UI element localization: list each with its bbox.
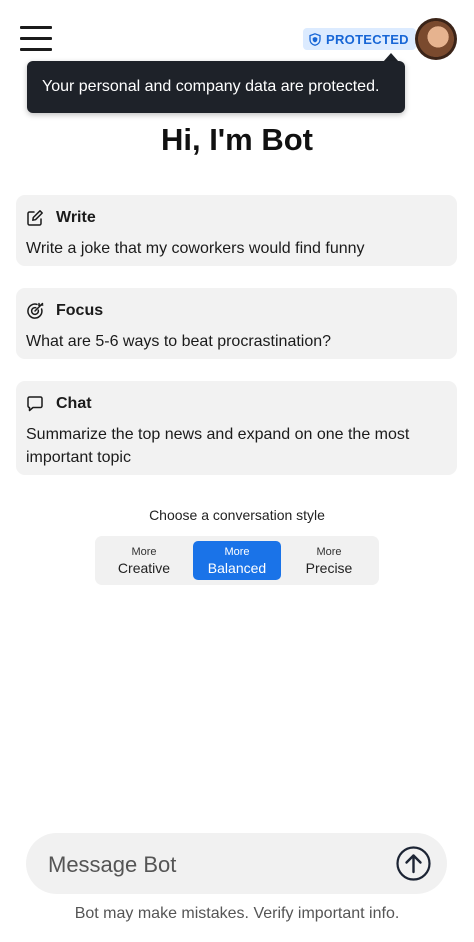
menu-icon-bar: [20, 37, 52, 40]
card-title: Focus: [56, 302, 104, 319]
card-title: Chat: [56, 395, 92, 412]
card-header: Chat: [26, 394, 447, 414]
arrow-up-circle-icon: [396, 846, 431, 881]
avatar[interactable]: [415, 18, 457, 60]
suggestion-card-focus[interactable]: Focus What are 5-6 ways to beat procrast…: [16, 288, 457, 359]
chat-bubble-icon: [27, 396, 43, 412]
page-title: Hi, I'm Bot: [160, 122, 314, 157]
shield-icon: [309, 32, 321, 46]
card-text: What are 5-6 ways to beat procrastinatio…: [26, 333, 332, 350]
style-option-creative[interactable]: More Creative: [100, 541, 188, 580]
style-option-prefix: More: [131, 546, 157, 558]
message-composer: [26, 833, 447, 896]
pencil-square-icon: [27, 210, 43, 226]
message-input[interactable]: [46, 833, 380, 896]
tooltip-text: Your personal and company data are prote…: [42, 78, 380, 95]
card-text: Write a joke that my coworkers would fin…: [26, 240, 365, 257]
protection-tooltip: Your personal and company data are prote…: [27, 61, 405, 113]
disclaimer-text: Bot may make mistakes. Verify important …: [74, 905, 400, 922]
style-option-prefix: More: [316, 546, 342, 558]
conversation-style-caption: Choose a conversation style: [149, 507, 325, 523]
style-option-precise[interactable]: More Precise: [285, 541, 373, 580]
menu-button[interactable]: [20, 24, 52, 54]
card-title: Write: [56, 209, 96, 226]
card-header: Write: [26, 208, 447, 228]
card-header: Focus: [26, 301, 447, 321]
conversation-style-selector: More Creative More Balanced More Precise: [95, 536, 379, 585]
suggestion-card-write[interactable]: Write Write a joke that my coworkers wou…: [16, 195, 457, 266]
send-button[interactable]: [396, 846, 431, 881]
style-option-label: Creative: [117, 560, 171, 576]
suggestion-card-chat[interactable]: Chat Summarize the top news and expand o…: [16, 381, 457, 475]
style-option-balanced[interactable]: More Balanced: [193, 541, 281, 580]
protected-label: PROTECTED: [326, 31, 409, 47]
style-option-label: Balanced: [207, 560, 267, 576]
card-text: Summarize the top news and expand on one…: [26, 426, 410, 466]
menu-icon-bar: [20, 48, 52, 51]
style-option-prefix: More: [224, 546, 250, 558]
style-option-label: Precise: [305, 560, 353, 576]
target-icon: [27, 302, 44, 319]
protected-badge[interactable]: PROTECTED: [303, 28, 416, 50]
menu-icon-bar: [20, 26, 52, 29]
